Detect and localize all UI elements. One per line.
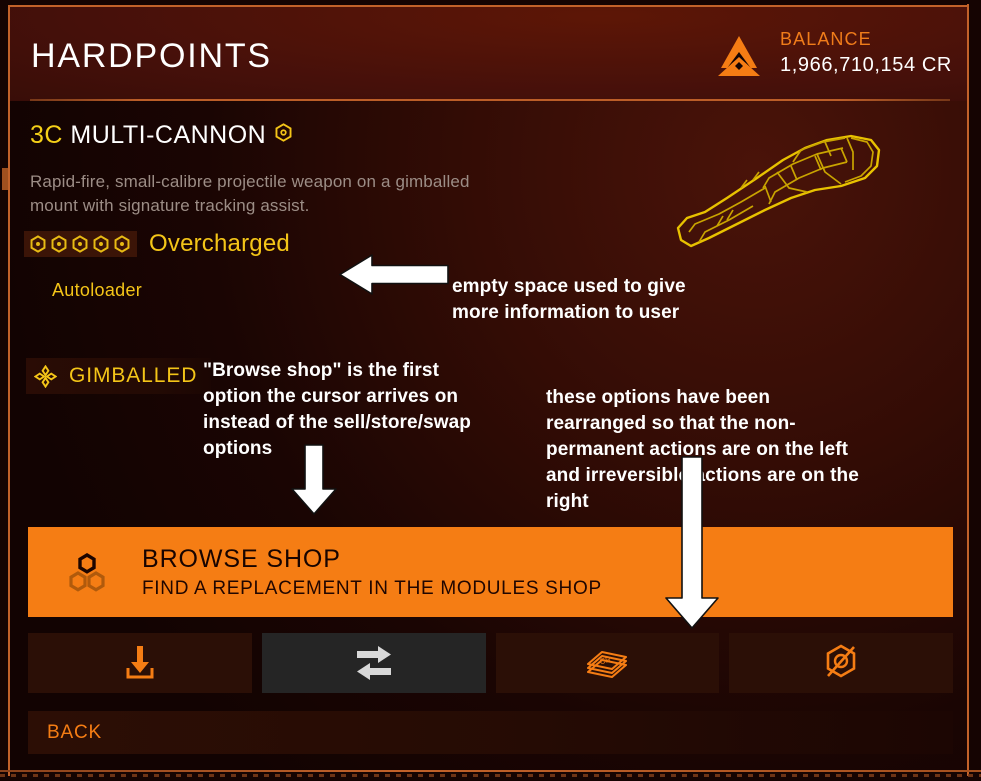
annotation-arrow-down-browse-icon	[289, 443, 339, 516]
federation-credit-icon	[716, 35, 762, 77]
frame-left-marker	[2, 168, 8, 190]
swap-arrows-icon	[356, 646, 391, 680]
hexagon-pip-icon	[71, 235, 89, 253]
annotation-arrow-left-icon	[338, 252, 450, 297]
module-class-rating: 3C	[30, 121, 63, 149]
hexagon-slashed-icon	[826, 644, 856, 678]
annotation-arrow-down-actions-icon	[663, 455, 721, 630]
credit-notes-icon: CR	[587, 650, 628, 679]
frame-bottom-edge	[0, 770, 981, 772]
engineering-blueprint-name: Overcharged	[149, 230, 290, 257]
back-button-label: BACK	[47, 722, 102, 743]
engineering-blueprint-row: Overcharged	[24, 230, 290, 258]
mount-type-row: GIMBALLED	[26, 358, 212, 394]
hexagon-pip-icon	[29, 235, 47, 253]
browse-shop-subtitle: FIND A REPLACEMENT IN THE MODULES SHOP	[142, 578, 602, 599]
modules-hexagon-cluster-icon	[67, 553, 107, 593]
sell-module-button[interactable]: CR	[495, 633, 720, 693]
page-title: HARDPOINTS	[31, 37, 272, 75]
hexagon-pip-icon	[92, 235, 110, 253]
module-title: 3C MULTI-CANNON	[30, 120, 293, 150]
store-module-button[interactable]	[28, 633, 252, 693]
hardpoints-module-panel: HARDPOINTS BALANCE 1,966,710,154 CR 3C M…	[0, 0, 981, 781]
balance-display: BALANCE 1,966,710,154 CR	[716, 27, 954, 85]
module-actions-bar: CR	[28, 633, 953, 693]
frame-bottom-dotted-rule	[0, 774, 981, 777]
module-description: Rapid-fire, small-calibre projectile wea…	[30, 172, 470, 215]
annotation-empty-space: empty space used to give more informatio…	[452, 276, 686, 323]
balance-label: BALANCE	[780, 29, 872, 49]
hexagon-module-icon	[274, 120, 293, 142]
annotation-browse-shop-first: "Browse shop" is the first option the cu…	[203, 360, 472, 459]
header-divider	[30, 99, 950, 101]
module-name: MULTI-CANNON	[70, 121, 267, 149]
browse-shop-button[interactable]: BROWSE SHOP FIND A REPLACEMENT IN THE MO…	[28, 527, 953, 617]
experimental-effect-label: Autoloader	[52, 280, 143, 300]
discard-module-button[interactable]	[729, 633, 953, 693]
mount-type-label: GIMBALLED	[69, 364, 198, 387]
gimbal-crosshair-icon	[33, 364, 58, 388]
multi-cannon-wireframe	[665, 128, 900, 248]
back-button[interactable]: BACK	[28, 711, 953, 754]
frame-top-edge	[8, 5, 968, 7]
svg-text:CR: CR	[599, 655, 613, 667]
hexagon-pip-icon	[113, 235, 131, 253]
frame-right-edge	[967, 4, 969, 776]
engineering-grade-pips	[24, 231, 137, 257]
swap-module-button[interactable]	[261, 633, 486, 693]
hexagon-pip-icon	[50, 235, 68, 253]
frame-left-edge	[8, 6, 10, 776]
balance-value: 1,966,710,154 CR	[780, 54, 952, 76]
browse-shop-title: BROWSE SHOP	[142, 545, 341, 573]
download-tray-icon	[126, 646, 154, 679]
